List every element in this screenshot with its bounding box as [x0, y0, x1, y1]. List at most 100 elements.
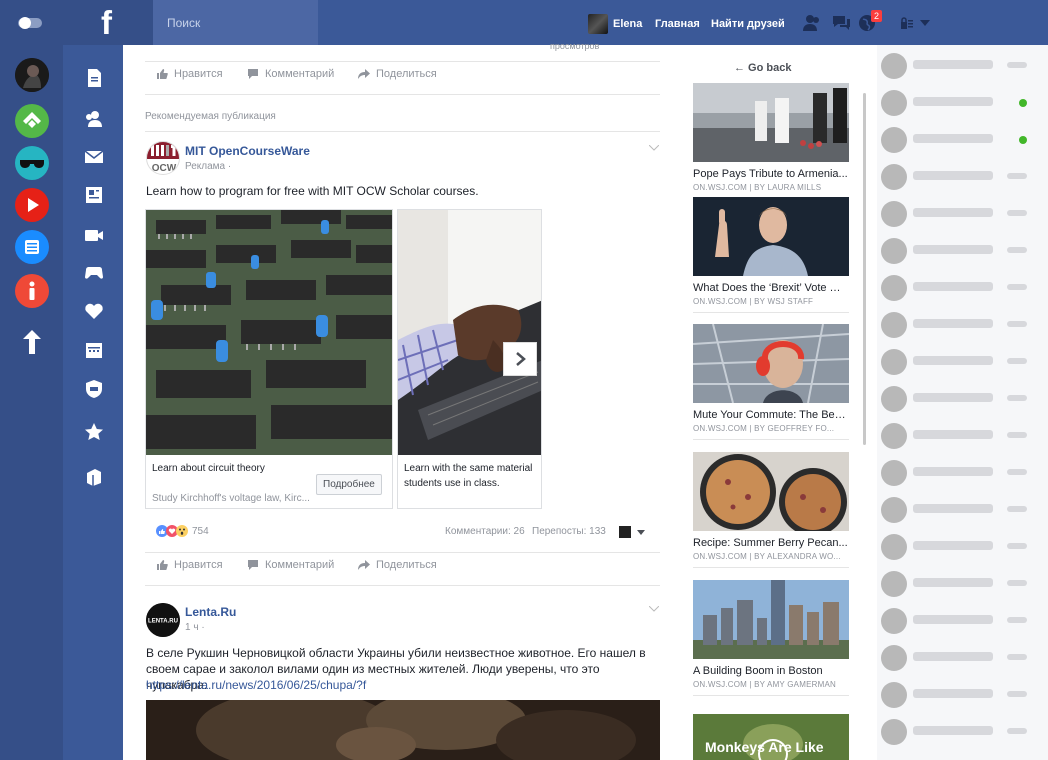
profile-avatar-app[interactable] — [15, 58, 49, 92]
learn-more-button[interactable]: Подробнее — [316, 474, 382, 495]
chevron-down-icon[interactable] — [649, 145, 659, 151]
wsj-article[interactable]: What Does the ‘Brexit’ Vote Mean... ON.W… — [693, 197, 849, 313]
chat-contact[interactable] — [877, 195, 1048, 232]
star-icon[interactable] — [83, 421, 105, 443]
lock-icon — [901, 17, 913, 29]
post-link[interactable]: https://lenta.ru/news/2016/06/25/chupa/?… — [146, 677, 366, 693]
avatar — [881, 238, 907, 264]
comment-icon — [248, 69, 258, 79]
like-icon — [157, 69, 168, 79]
chat-contact[interactable] — [877, 417, 1048, 454]
post-as-selector[interactable] — [619, 526, 645, 538]
shield-icon[interactable] — [83, 378, 105, 400]
chat-contact[interactable] — [877, 343, 1048, 380]
comment-label: Комментарий — [265, 68, 335, 80]
chat-contact[interactable] — [877, 639, 1048, 676]
toggle-icon[interactable] — [18, 16, 42, 30]
gift-icon[interactable] — [83, 465, 105, 487]
share-button[interactable]: Поделиться — [358, 68, 437, 80]
svg-text:LENTA.RU: LENTA.RU — [148, 619, 178, 625]
card-title: Learn with the same material students us… — [404, 463, 533, 489]
article-image — [693, 324, 849, 403]
heart-icon[interactable] — [83, 300, 105, 322]
info-app-icon[interactable] — [15, 274, 49, 308]
list-app-icon[interactable] — [15, 230, 49, 264]
share-button[interactable]: Поделиться — [358, 559, 437, 571]
comment-button[interactable]: Комментарий — [247, 559, 334, 571]
chat-contact[interactable] — [877, 528, 1048, 565]
reposts-count[interactable]: Перепосты: 133 — [532, 526, 606, 537]
news-feed: просмотров Нравится Комментарий Поделить… — [123, 41, 678, 760]
youtube-app-icon[interactable] — [15, 188, 49, 222]
scrollbar[interactable] — [863, 93, 866, 445]
article-image — [693, 452, 849, 531]
chat-contact[interactable] — [877, 121, 1048, 158]
chat-contact[interactable] — [877, 454, 1048, 491]
share-icon — [358, 69, 370, 79]
chat-contact[interactable] — [877, 84, 1048, 121]
find-friends-link[interactable]: Найти друзей — [711, 18, 785, 30]
news-feed-icon[interactable] — [83, 67, 105, 89]
wsj-article[interactable]: Monkeys Are Like — [693, 714, 849, 760]
facebook-logo[interactable]: f — [101, 6, 121, 40]
comments-count[interactable]: Комментарии: 26 — [445, 526, 525, 537]
glasses-app-icon[interactable] — [15, 146, 49, 180]
wsj-article[interactable]: Mute Your Commute: The Best... ON.WSJ.CO… — [693, 324, 849, 440]
wsj-article[interactable]: Recipe: Summer Berry Pecan... ON.WSJ.COM… — [693, 452, 849, 568]
chat-contact[interactable] — [877, 565, 1048, 602]
article-meta: ON.WSJ.COM | BY AMY GAMERMAN — [693, 680, 836, 689]
friends-icon[interactable] — [83, 108, 105, 130]
post-subtitle: Реклама · — [185, 161, 232, 172]
chat-contact[interactable] — [877, 269, 1048, 306]
events-icon[interactable] — [83, 339, 105, 361]
reactions-count: 754 — [192, 525, 209, 537]
settings-menu[interactable] — [900, 17, 930, 29]
like-button[interactable]: Нравится — [156, 559, 223, 571]
chat-contact[interactable] — [877, 602, 1048, 639]
comment-button[interactable]: Комментарий — [247, 68, 334, 80]
avatar — [588, 14, 608, 34]
top-bar: f Поиск Elena Главная Найти друзей 2 — [0, 0, 1048, 45]
home-link[interactable]: Главная — [655, 18, 700, 30]
chat-contact[interactable] — [877, 491, 1048, 528]
video-icon[interactable] — [83, 224, 105, 246]
chat-contact[interactable] — [877, 232, 1048, 269]
lenta-logo[interactable]: LENTA.RU — [146, 603, 180, 637]
avatar — [881, 164, 907, 190]
post-image[interactable] — [146, 700, 660, 760]
post-subtitle: 1 ч · — [185, 622, 205, 633]
chat-contact[interactable] — [877, 676, 1048, 713]
user-name: Elena — [613, 18, 643, 30]
arrow-up-icon[interactable] — [20, 328, 44, 356]
pages-icon[interactable] — [83, 184, 105, 206]
messages-nav-icon[interactable] — [83, 146, 105, 168]
chat-contact[interactable] — [877, 380, 1048, 417]
post-author[interactable]: Lenta.Ru — [185, 605, 236, 619]
avatar-icon — [15, 58, 49, 92]
mit-ocw-logo[interactable]: OCW — [146, 141, 180, 175]
friend-requests-icon[interactable] — [802, 14, 822, 32]
chat-contact[interactable] — [877, 306, 1048, 343]
avatar — [881, 719, 907, 745]
chat-contact[interactable] — [877, 713, 1048, 750]
carousel-card[interactable]: Learn about circuit theory Study Kirchho… — [145, 209, 393, 509]
chat-sidebar — [877, 45, 1048, 760]
reactions-summary[interactable]: 754 — [156, 525, 209, 537]
mit-ocw-logo-icon: OCW — [147, 142, 179, 174]
post-author[interactable]: MIT OpenCourseWare — [185, 144, 310, 158]
wsj-article[interactable]: Pope Pays Tribute to Armenia... ON.WSJ.C… — [693, 83, 849, 199]
profile-link[interactable]: Elena — [588, 14, 642, 34]
chat-contact[interactable] — [877, 158, 1048, 195]
like-button[interactable]: Нравится — [156, 68, 223, 80]
chevron-down-icon[interactable] — [649, 606, 659, 612]
suggested-label: Рекомендуемая публикация — [145, 111, 276, 122]
carousel-next-button[interactable] — [503, 342, 537, 376]
avatar — [881, 386, 907, 412]
wsj-article[interactable]: A Building Boom in Boston ON.WSJ.COM | B… — [693, 580, 849, 696]
messages-icon[interactable] — [831, 14, 851, 32]
go-back-link[interactable]: ← Go back — [734, 62, 791, 74]
games-icon[interactable] — [83, 261, 105, 283]
feedly-app-icon[interactable] — [15, 104, 49, 138]
search-input[interactable]: Поиск — [153, 0, 318, 45]
chat-contact[interactable] — [877, 47, 1048, 84]
